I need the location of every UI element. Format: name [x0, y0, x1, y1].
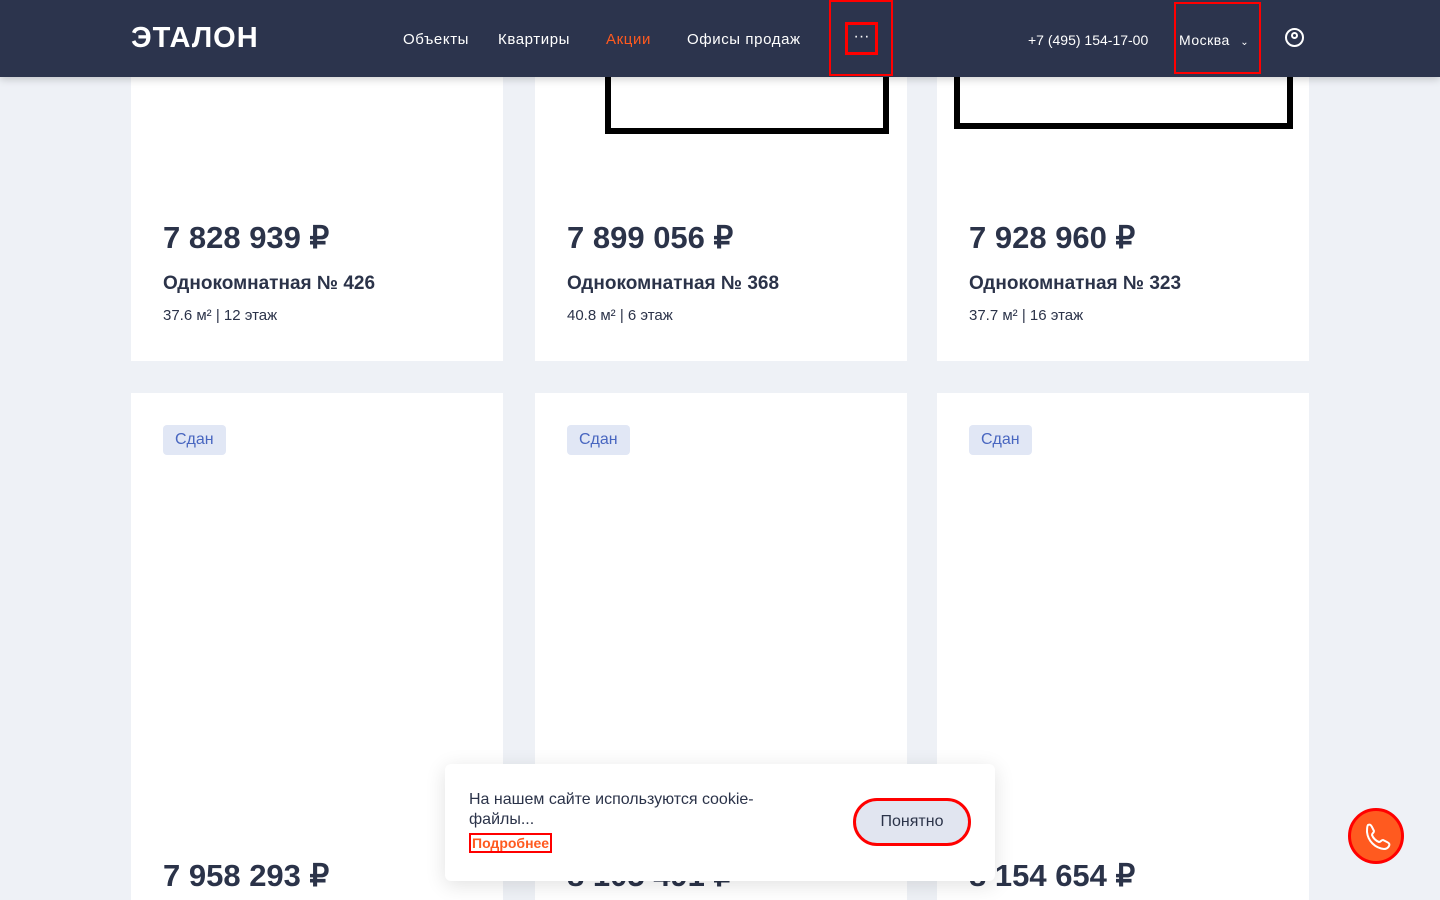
cookie-text: На нашем сайте используются cookie-файлы… [469, 791, 754, 828]
status-badge: Сдан [163, 425, 226, 455]
apartment-meta: 40.8 м² | 6 этаж [567, 307, 673, 324]
call-button[interactable] [1348, 808, 1404, 864]
apartment-meta: 37.7 м² | 16 этаж [969, 307, 1084, 324]
city-label: Москва [1179, 32, 1230, 48]
cookie-banner: На нашем сайте используются cookie-файлы… [445, 764, 995, 881]
nav-promotions[interactable]: Акции [606, 31, 651, 48]
cookie-accept-button[interactable]: Понятно [853, 798, 971, 846]
chevron-down-icon: ⌄ [1240, 37, 1250, 48]
nav-apartments[interactable]: Квартиры [498, 31, 570, 48]
status-badge: Сдан [969, 425, 1032, 455]
cookie-more-link[interactable]: Подробнее [469, 833, 553, 853]
user-account-icon[interactable] [1285, 28, 1304, 47]
apartment-title: Однокомнатная № 426 [163, 273, 376, 294]
logo[interactable]: ЭТАЛОН [131, 22, 259, 55]
price: 7 958 293 ₽ [163, 858, 330, 893]
apartment-card[interactable]: 7 828 939 ₽ Однокомнатная № 426 37.6 м² … [131, 77, 503, 361]
apartment-card[interactable]: 7 928 960 ₽ Однокомнатная № 323 37.7 м² … [937, 77, 1309, 361]
price: 7 899 056 ₽ [567, 220, 734, 255]
city-selector[interactable]: Москва ⌄ [1174, 2, 1261, 74]
nav-objects[interactable]: Объекты [403, 31, 469, 48]
price: 7 928 960 ₽ [969, 220, 1136, 255]
floor-plan-image [605, 77, 889, 134]
apartment-title: Однокомнатная № 323 [969, 273, 1182, 294]
nav-sales-offices[interactable]: Офисы продаж [687, 31, 801, 48]
phone-icon [1365, 823, 1391, 851]
phone-link[interactable]: +7 (495) 154-17-00 [1028, 32, 1148, 48]
header: ЭТАЛОН Объекты Квартиры Акции Офисы прод… [0, 0, 1440, 77]
apartment-card[interactable]: 7 899 056 ₽ Однокомнатная № 368 40.8 м² … [535, 77, 907, 361]
apartment-meta: 37.6 м² | 12 этаж [163, 307, 278, 324]
floor-plan-image [954, 77, 1293, 129]
price: 7 828 939 ₽ [163, 220, 330, 255]
more-menu-button[interactable]: ··· [845, 22, 878, 55]
status-badge: Сдан [567, 425, 630, 455]
apartment-title: Однокомнатная № 368 [567, 273, 780, 294]
